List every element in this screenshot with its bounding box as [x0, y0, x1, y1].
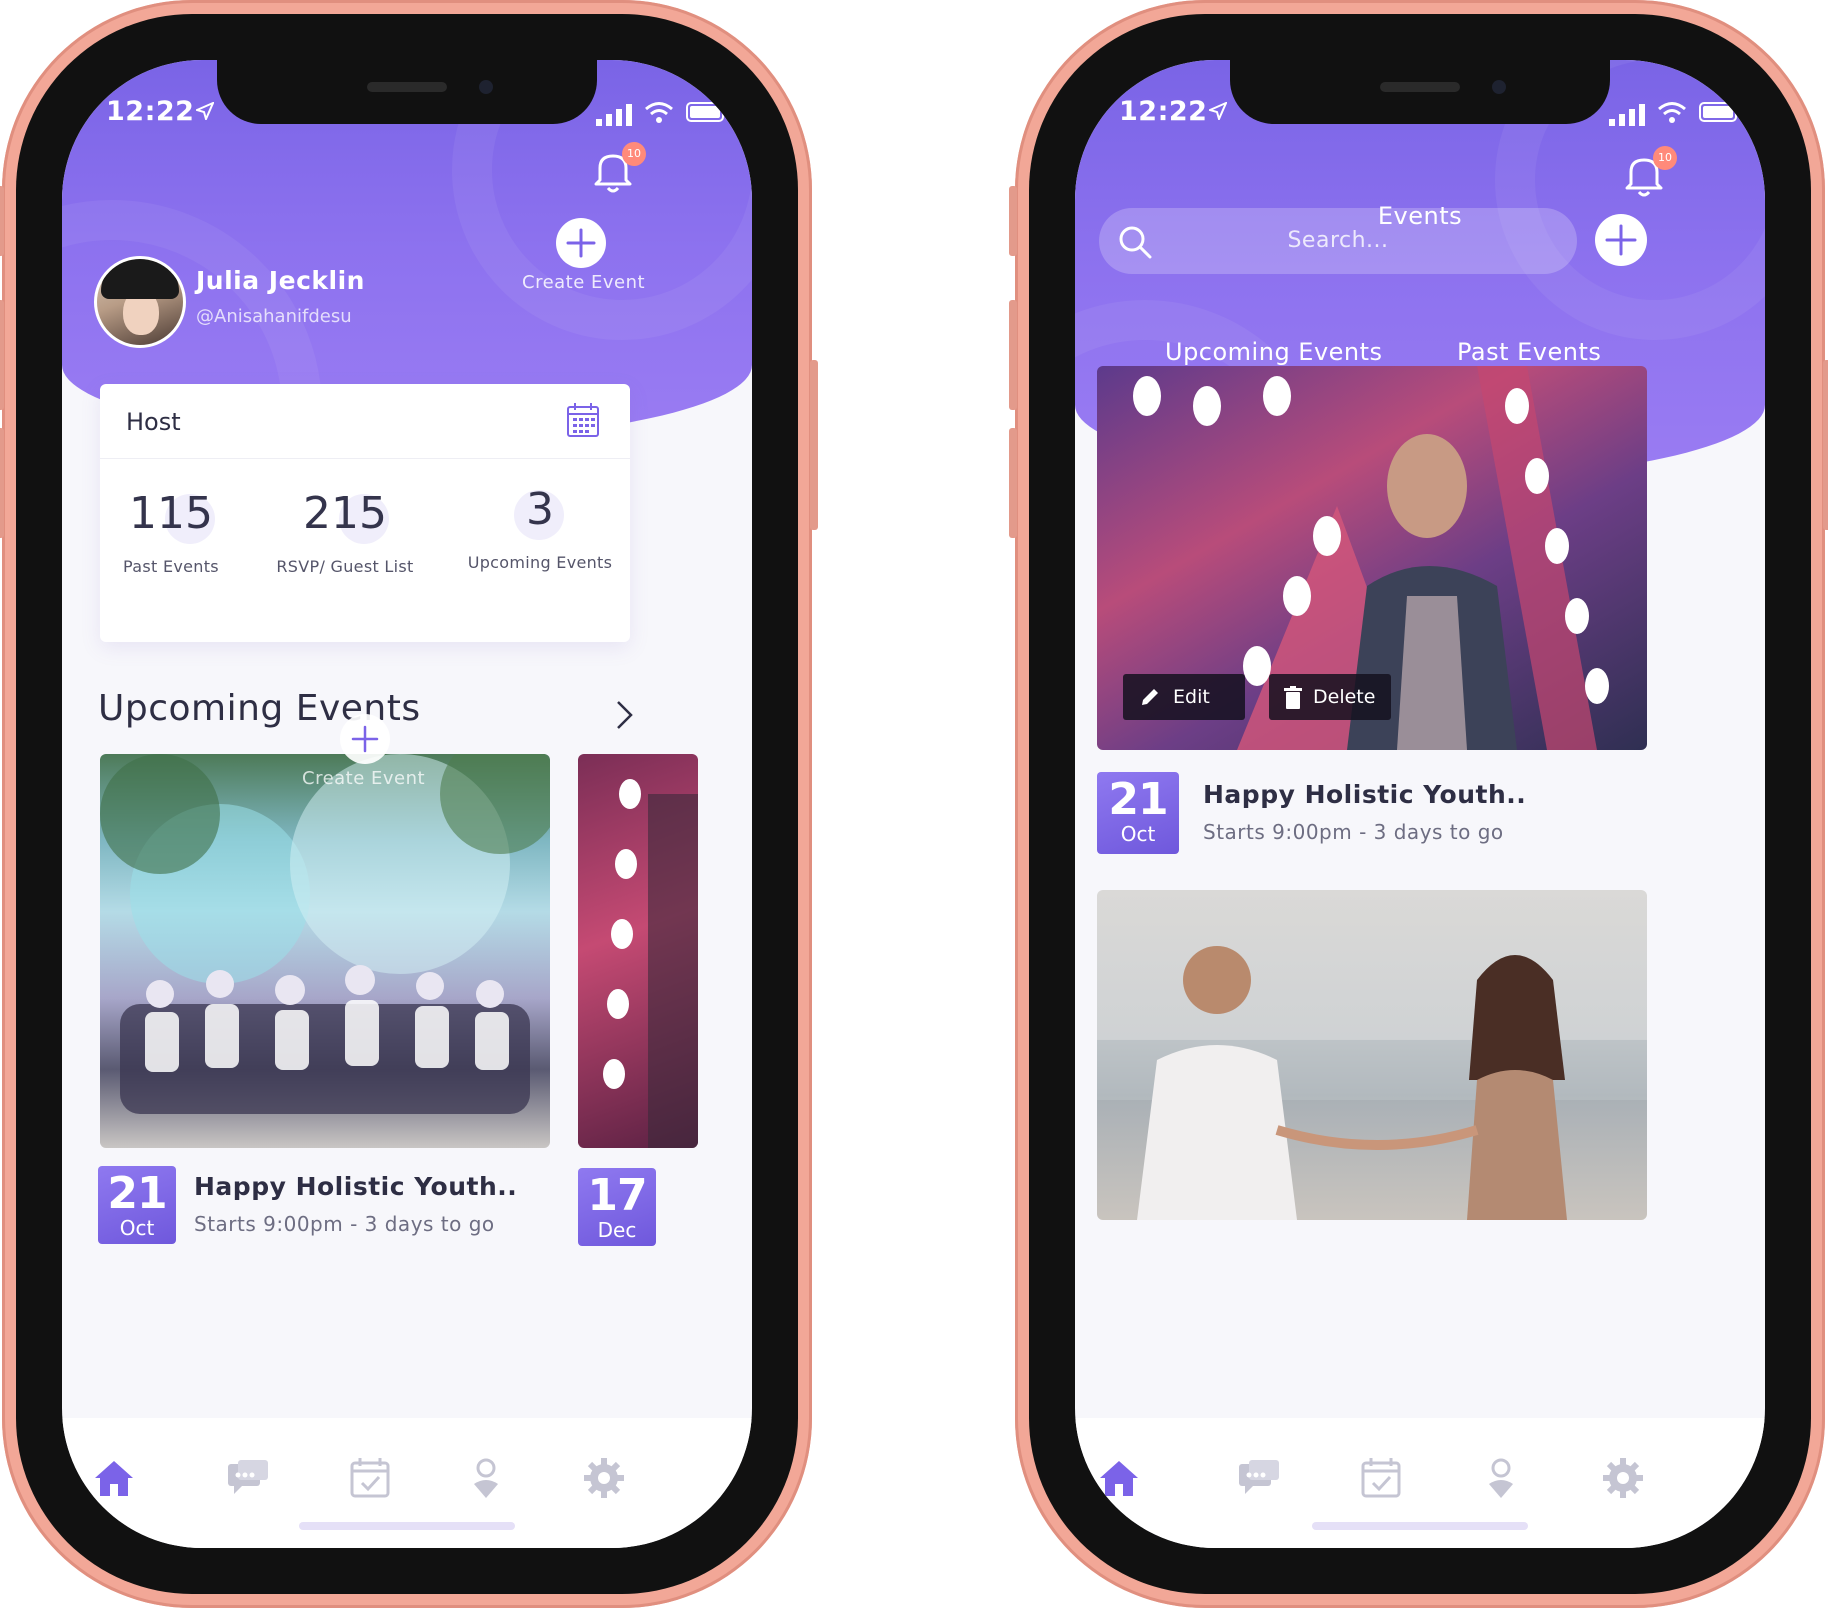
phone-bezel: 12:22 Events 10 Search... Upcoming Event…	[1029, 14, 1811, 1594]
event-subtitle: Starts 9:00pm - 3 days to go	[194, 1212, 495, 1236]
create-event-label: Create Event	[522, 272, 646, 293]
event-photo	[603, 779, 698, 1148]
calendar-check-icon[interactable]	[348, 1456, 392, 1500]
home-indicator	[1312, 1522, 1528, 1530]
search-input[interactable]: Search...	[1099, 208, 1577, 274]
side-button-power	[810, 360, 818, 530]
delete-label: Delete	[1313, 686, 1376, 708]
home-screen: 12:22 10 Julia Jecklin @Anisahanifdesu C…	[62, 60, 752, 1548]
settings-gear-icon[interactable]	[582, 1456, 626, 1500]
location-pin-icon[interactable]	[464, 1456, 508, 1500]
stat-value: 115	[129, 488, 213, 539]
add-event-button[interactable]	[1595, 214, 1647, 266]
plus-icon	[351, 725, 379, 753]
status-time: 12:22	[106, 96, 195, 127]
stat-label: Upcoming Events	[467, 553, 613, 572]
notifications-button[interactable]: 10	[592, 142, 646, 194]
chat-icon[interactable]	[1237, 1456, 1281, 1500]
event-day: 21	[107, 1168, 167, 1219]
profile-name: Julia Jecklin	[196, 266, 365, 295]
side-button-volume-down	[1009, 428, 1017, 538]
chevron-right-icon[interactable]	[612, 698, 636, 732]
event-title[interactable]: Happy Holistic Youth..	[194, 1172, 517, 1201]
edit-button[interactable]: Edit	[1123, 674, 1245, 720]
calendar-check-icon[interactable]	[1359, 1456, 1403, 1500]
phone-frame-home: 12:22 10 Julia Jecklin @Anisahanifdesu C…	[0, 0, 818, 1608]
notification-badge: 10	[622, 142, 646, 166]
side-button-volume-up	[0, 300, 4, 410]
phone-frame-events: 12:22 Events 10 Search... Upcoming Event…	[1009, 0, 1828, 1608]
status-bar: 12:22	[62, 96, 752, 136]
stat-label: RSVP/ Guest List	[276, 557, 414, 576]
side-button-volume-down	[0, 428, 4, 538]
stat-rsvp-guest-list[interactable]: 215 RSVP/ Guest List	[270, 488, 420, 576]
event-day: 21	[1108, 774, 1168, 825]
pencil-icon	[1142, 689, 1158, 705]
side-button-mute	[0, 186, 4, 256]
event-date-badge: 21 Oct	[98, 1166, 176, 1244]
side-button-mute	[1009, 186, 1017, 256]
notification-badge: 10	[1653, 146, 1677, 170]
chat-icon[interactable]	[226, 1456, 270, 1500]
location-arrow-icon	[1209, 102, 1227, 120]
stat-value: 3	[526, 484, 554, 535]
create-event-button[interactable]	[556, 218, 606, 268]
event-date-badge: 21 Oct	[1097, 772, 1179, 854]
calendar-icon[interactable]	[566, 402, 600, 438]
events-screen: 12:22 Events 10 Search... Upcoming Event…	[1075, 60, 1765, 1548]
event-image-neon[interactable]: Edit Delete	[1097, 366, 1647, 750]
stat-value: 215	[303, 488, 387, 539]
tab-upcoming-events[interactable]: Upcoming Events	[1165, 338, 1383, 366]
plus-icon	[566, 228, 596, 258]
event-month: Oct	[1120, 822, 1156, 846]
delete-button[interactable]: Delete	[1269, 674, 1391, 720]
wifi-icon	[1658, 102, 1686, 123]
event-month: Dec	[597, 1218, 637, 1242]
home-icon[interactable]	[1097, 1456, 1141, 1500]
home-indicator	[299, 1522, 515, 1530]
location-arrow-icon	[196, 102, 214, 120]
side-button-power	[1823, 360, 1828, 530]
tab-past-events[interactable]: Past Events	[1457, 338, 1601, 366]
stat-upcoming-events[interactable]: 3 Upcoming Events	[460, 484, 620, 572]
wifi-icon	[645, 102, 673, 123]
stat-past-events[interactable]: 115 Past Events	[116, 488, 226, 576]
floating-create-event-label: Create Event	[302, 768, 426, 789]
battery-icon	[1699, 102, 1740, 122]
signal-icon	[1609, 104, 1645, 126]
avatar[interactable]	[94, 256, 186, 348]
event-photo	[1097, 946, 1647, 1220]
event-month: Oct	[119, 1216, 155, 1240]
floating-create-event-button[interactable]	[340, 714, 390, 764]
edit-label: Edit	[1173, 686, 1210, 708]
plus-icon	[1605, 224, 1637, 256]
battery-icon	[686, 102, 727, 122]
event-title[interactable]: Happy Holistic Youth..	[1203, 780, 1526, 809]
stat-label: Past Events	[123, 557, 219, 576]
event-date-badge-next: 17 Dec	[578, 1168, 656, 1246]
settings-gear-icon[interactable]	[1601, 1456, 1645, 1500]
status-bar: 12:22	[1075, 96, 1765, 136]
event-subtitle: Starts 9:00pm - 3 days to go	[1203, 820, 1504, 844]
phone-bezel: 12:22 10 Julia Jecklin @Anisahanifdesu C…	[16, 14, 798, 1594]
signal-icon	[596, 104, 632, 126]
event-image-couple[interactable]	[1097, 890, 1647, 1220]
side-button-volume-up	[1009, 300, 1017, 410]
host-card-title: Host	[126, 408, 181, 436]
event-image-holi[interactable]	[100, 754, 550, 1148]
event-photo	[100, 754, 550, 1114]
location-pin-icon[interactable]	[1479, 1456, 1523, 1500]
trash-icon	[1284, 686, 1302, 709]
status-time: 12:22	[1119, 96, 1208, 127]
tab-bar	[1075, 1418, 1765, 1548]
search-placeholder: Search...	[1287, 228, 1389, 253]
home-icon[interactable]	[92, 1456, 136, 1500]
tab-bar	[62, 1418, 752, 1548]
profile-handle: @Anisahanifdesu	[196, 306, 352, 327]
host-card: Host 115 Past Events 215 RSVP/ Guest Lis…	[100, 384, 630, 642]
event-image-next[interactable]	[578, 754, 698, 1148]
event-day: 17	[587, 1170, 647, 1221]
notifications-button[interactable]: 10	[1623, 146, 1677, 198]
